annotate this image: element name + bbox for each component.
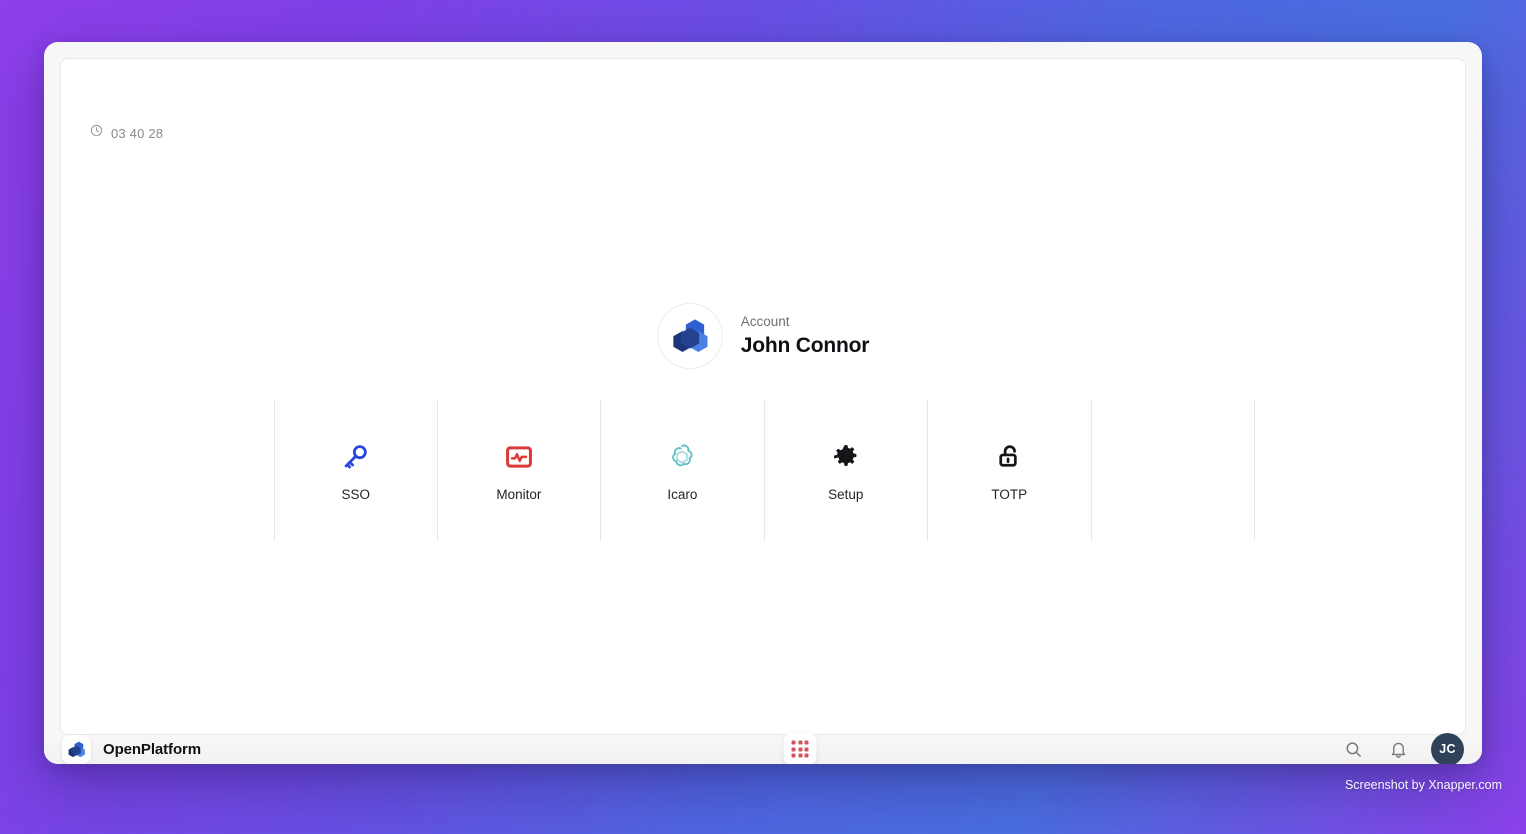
taskbar: OpenPlatform JC (44, 732, 1482, 764)
brand-name: OpenPlatform (103, 740, 201, 758)
app-tile-icaro[interactable]: Icaro (601, 400, 765, 541)
app-tile-sso[interactable]: SSO (274, 400, 438, 541)
content-panel: 03 40 28 Account John Connor SSO Monitor… (60, 58, 1466, 735)
account-name: John Connor (740, 333, 870, 357)
taskbar-actions: JC (1341, 732, 1464, 764)
app-tiles-row: SSO Monitor Icaro Setup TOTP (274, 400, 1256, 541)
search-icon[interactable] (1341, 737, 1365, 761)
brand[interactable]: OpenPlatform (62, 734, 201, 764)
app-grid-button[interactable] (783, 732, 817, 764)
gear-icon (832, 440, 860, 474)
watermark: Screenshot by Xnapper.com (1344, 778, 1502, 792)
app-tile-label: SSO (341, 486, 371, 502)
app-tile-monitor[interactable]: Monitor (438, 400, 602, 541)
taskbar-inner: OpenPlatform JC (44, 720, 1482, 764)
pulse-icon (505, 440, 533, 474)
openplatform-cubes-logo (673, 319, 708, 352)
app-tile-totp[interactable]: TOTP (928, 400, 1092, 541)
app-tile-label: TOTP (991, 486, 1028, 502)
user-avatar[interactable]: JC (1431, 732, 1464, 764)
bell-icon[interactable] (1386, 737, 1410, 761)
app-tile-label: Monitor (496, 486, 542, 502)
account-block: Account John Connor (61, 303, 1465, 369)
openai-knot-icon (667, 440, 697, 474)
account-meta: Account John Connor (740, 313, 870, 359)
clock-row: 03 40 28 (90, 124, 163, 142)
app-grid-icon (791, 740, 809, 758)
account-label: Account (740, 314, 790, 330)
app-tile-label: Setup (828, 486, 864, 502)
openplatform-cubes-logo (62, 734, 91, 764)
app-tile-label: Icaro (667, 486, 698, 502)
unlock-icon (996, 440, 1023, 474)
app-tile-setup[interactable]: Setup (765, 400, 929, 541)
app-tile-empty-slot (1092, 400, 1256, 541)
key-icon (341, 440, 370, 474)
clock-icon (90, 124, 103, 142)
taskbar-center (783, 732, 817, 764)
app-window: 03 40 28 Account John Connor SSO Monitor… (44, 42, 1482, 764)
account-avatar (656, 303, 723, 369)
clock-time: 03 40 28 (111, 125, 164, 141)
